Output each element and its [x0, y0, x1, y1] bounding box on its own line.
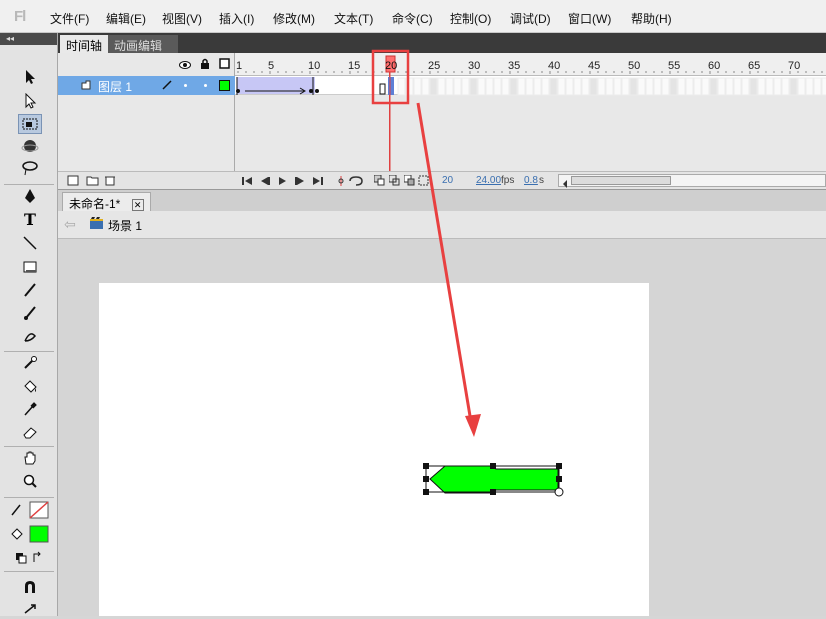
scene-label[interactable]: 场景 1: [108, 217, 142, 234]
brush-icon[interactable]: [18, 303, 42, 323]
lock-dot[interactable]: [204, 84, 207, 87]
text-icon[interactable]: T: [18, 209, 42, 229]
new-layer-icon[interactable]: [67, 175, 79, 189]
frame-playhead-line: [389, 71, 390, 171]
frame-rate[interactable]: 24.00: [476, 175, 501, 186]
stage-area: [58, 239, 826, 616]
tab-timeline[interactable]: 时间轴: [60, 35, 109, 53]
onion-skin-icon[interactable]: [373, 174, 385, 189]
layer-icon: [80, 79, 92, 94]
menu-window[interactable]: 窗口(W): [568, 10, 611, 27]
lasso-icon[interactable]: [18, 158, 42, 178]
edit-multiple-frames-icon[interactable]: [403, 174, 415, 189]
scene-bar: ⇦ 场景 1: [58, 211, 826, 239]
back-arrow-icon[interactable]: ⇦: [64, 216, 76, 233]
scene-icon: [89, 216, 104, 233]
menu-view[interactable]: 视图(V): [162, 10, 202, 27]
tools-collapse-button[interactable]: ◂◂: [0, 33, 57, 45]
last-frame-button[interactable]: [312, 175, 324, 189]
lock-icon[interactable]: [200, 58, 210, 73]
scroll-thumb[interactable]: [571, 176, 671, 185]
layer-outline-color-icon[interactable]: [219, 80, 230, 91]
menu-debug[interactable]: 调试(D): [510, 10, 551, 27]
outline-icon[interactable]: [219, 58, 230, 72]
hand-icon[interactable]: [18, 448, 42, 468]
document-tab-bar: 未命名-1* ✕: [58, 189, 826, 211]
step-back-button[interactable]: [259, 175, 271, 189]
rectangle-icon[interactable]: [18, 257, 42, 277]
smooth-icon[interactable]: [18, 599, 42, 619]
pencil-edit-icon: [161, 79, 173, 94]
bone-icon[interactable]: [18, 353, 42, 373]
tween-span[interactable]: [237, 77, 315, 94]
pencil-icon[interactable]: [18, 280, 42, 300]
line-icon[interactable]: [18, 233, 42, 253]
deco-icon[interactable]: [18, 326, 42, 346]
menu-bar: Fl 文件(F) 编辑(E) 视图(V) 插入(I) 修改(M) 文本(T) 命…: [0, 0, 826, 33]
timeline-panel: 图层 1 20 24.00 fps 0.8 s: [58, 53, 826, 189]
modify-markers-icon[interactable]: [418, 175, 429, 189]
timeline-footer: 20 24.00 fps 0.8 s: [58, 171, 826, 189]
menu-text[interactable]: 文本(T): [334, 10, 373, 27]
frame-ruler[interactable]: [235, 53, 826, 76]
panel-tab-bar: 时间轴 动画编辑器: [58, 33, 826, 70]
menu-commands[interactable]: 命令(C): [392, 10, 433, 27]
timeline-hscrollbar[interactable]: [558, 174, 826, 188]
menu-modify[interactable]: 修改(M): [273, 10, 315, 27]
zoom-icon[interactable]: [18, 471, 42, 491]
eraser-icon[interactable]: [18, 422, 42, 442]
free-transform-icon[interactable]: [18, 114, 42, 134]
elapsed-time-unit: s: [539, 175, 544, 186]
eye-icon[interactable]: [179, 59, 191, 73]
frame-row[interactable]: [235, 76, 826, 95]
step-forward-button[interactable]: [294, 175, 306, 189]
visibility-dot[interactable]: [184, 84, 187, 87]
layer-name[interactable]: 图层 1: [98, 78, 132, 95]
current-frame[interactable]: 20: [442, 175, 453, 186]
eyedropper-icon[interactable]: [18, 399, 42, 419]
frames-area: [235, 53, 826, 189]
delete-icon[interactable]: [105, 175, 115, 189]
layer-row[interactable]: 图层 1: [58, 76, 235, 95]
stroke-color-icon[interactable]: [10, 500, 50, 520]
3d-rotation-icon[interactable]: [18, 136, 42, 156]
document-title[interactable]: 未命名-1*: [69, 197, 120, 211]
center-frame-icon[interactable]: [337, 175, 345, 189]
frame-rate-unit: fps: [501, 175, 515, 186]
close-icon[interactable]: ✕: [131, 199, 144, 211]
subselection-icon[interactable]: [18, 91, 42, 111]
first-frame-button[interactable]: [241, 175, 253, 189]
app-logo: Fl: [14, 8, 26, 25]
snap-icon[interactable]: [18, 577, 42, 597]
fill-color-icon[interactable]: [10, 524, 50, 544]
play-button[interactable]: [277, 175, 287, 189]
loop-icon[interactable]: [348, 175, 364, 189]
selection-icon[interactable]: [18, 67, 42, 87]
onion-outline-icon[interactable]: [388, 174, 400, 189]
menu-edit[interactable]: 编辑(E): [106, 10, 146, 27]
menu-file[interactable]: 文件(F): [50, 10, 89, 27]
new-folder-icon[interactable]: [86, 175, 99, 189]
swap-colors-icon[interactable]: [10, 548, 50, 568]
pen-icon[interactable]: [18, 186, 42, 206]
menu-help[interactable]: 帮助(H): [631, 10, 672, 27]
elapsed-time[interactable]: 0.8: [524, 175, 538, 186]
paint-bucket-icon[interactable]: [18, 376, 42, 396]
layer-panel: 图层 1: [58, 53, 235, 189]
menu-control[interactable]: 控制(O): [450, 10, 491, 27]
document-tab[interactable]: 未命名-1* ✕: [62, 192, 151, 211]
tab-motion-editor[interactable]: 动画编辑器: [108, 35, 178, 70]
tools-panel: ◂◂ T: [0, 33, 58, 616]
stage[interactable]: [99, 283, 649, 616]
menu-insert[interactable]: 插入(I): [219, 10, 254, 27]
